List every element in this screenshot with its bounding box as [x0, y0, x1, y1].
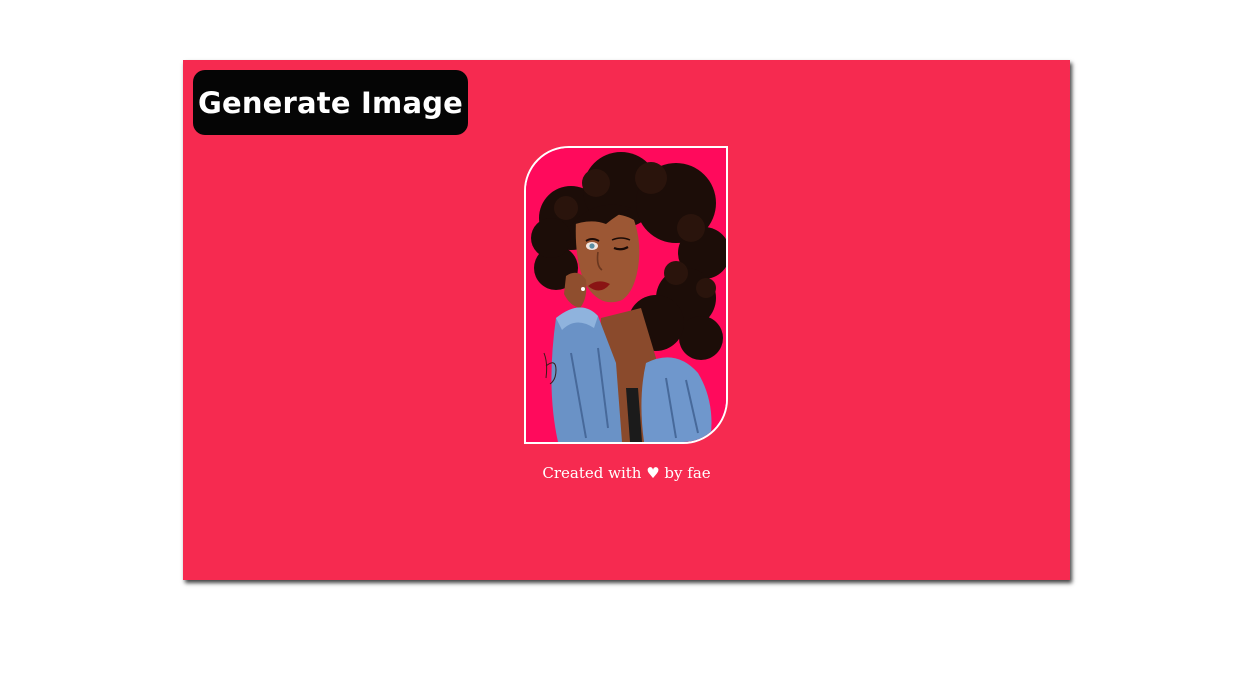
- footer-prefix: Created with: [542, 464, 647, 482]
- footer-suffix: by fae: [659, 464, 711, 482]
- generate-image-button[interactable]: Generate Image: [193, 70, 468, 135]
- generator-card: Generate Image Created with ♥ by fae: [183, 60, 1070, 580]
- footer-credit: Created with ♥ by fae: [183, 464, 1070, 482]
- generated-image-frame: [524, 146, 728, 444]
- generated-portrait-image: [526, 148, 726, 442]
- heart-icon: ♥: [646, 464, 660, 482]
